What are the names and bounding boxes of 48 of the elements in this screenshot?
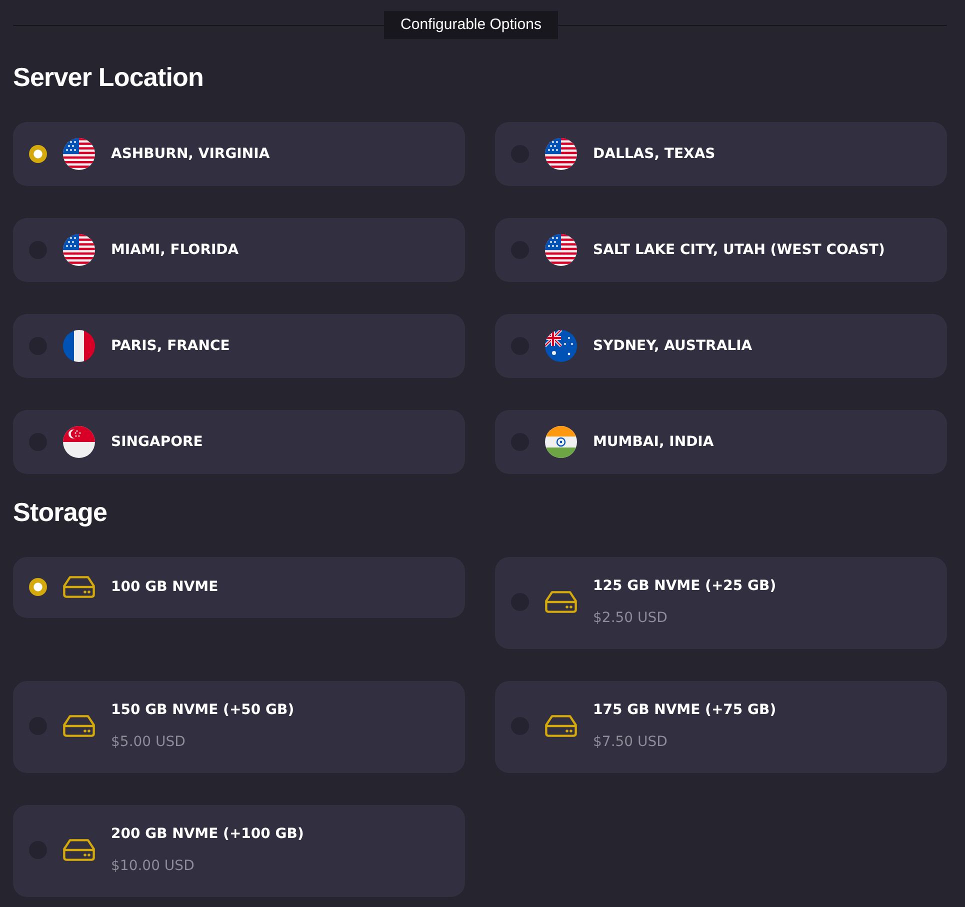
location-option-card[interactable]: DALLAS, TEXAS <box>495 122 947 186</box>
location-option-card[interactable]: MIAMI, FLORIDA <box>13 218 465 282</box>
location-name: ASHBURN, VIRGINIA <box>111 146 270 162</box>
location-name: SALT LAKE CITY, UTAH (WEST COAST) <box>593 242 885 258</box>
storage-option-card[interactable]: 175 GB NVME (+75 GB) $7.50 USD <box>495 681 947 773</box>
price-text: $5.00 USD <box>111 733 186 752</box>
storage-option-card[interactable]: 100 GB NVME <box>13 557 465 618</box>
radio-button[interactable] <box>29 578 47 596</box>
location-name: SINGAPORE <box>111 434 203 450</box>
location-option-card[interactable]: PARIS, FRANCE <box>13 314 465 378</box>
section-heading: Server Location <box>13 61 205 93</box>
storage-option-card[interactable]: 150 GB NVME (+50 GB) $5.00 USD <box>13 681 465 773</box>
storage-size: 150 GB NVME (+50 GB) <box>111 701 294 720</box>
storage-size: 125 GB NVME (+25 GB) <box>593 577 776 596</box>
hard-drive-icon <box>545 591 577 613</box>
france-flag-icon <box>63 330 95 362</box>
location-name: PARIS, FRANCE <box>111 338 230 354</box>
us-flag-icon <box>545 234 577 266</box>
price-text: $7.50 USD <box>593 733 668 752</box>
location-option-card[interactable]: MUMBAI, INDIA <box>495 410 947 474</box>
radio-button[interactable] <box>29 145 47 163</box>
location-option-card[interactable]: ASHBURN, VIRGINIA <box>13 122 465 186</box>
price-text: $2.50 USD <box>593 609 668 628</box>
section-title: Configurable Options <box>384 11 558 39</box>
storage-option-card[interactable]: 125 GB NVME (+25 GB) $2.50 USD <box>495 557 947 649</box>
location-name: MUMBAI, INDIA <box>593 434 714 450</box>
us-flag-icon <box>63 234 95 266</box>
storage-size: 200 GB NVME (+100 GB) <box>111 825 304 844</box>
hard-drive-icon <box>63 715 95 737</box>
location-option-card[interactable]: SINGAPORE <box>13 410 465 474</box>
storage-size: 100 GB NVME <box>111 578 218 596</box>
hard-drive-icon <box>63 839 95 861</box>
location-name: MIAMI, FLORIDA <box>111 242 239 258</box>
storage-size: 175 GB NVME (+75 GB) <box>593 701 776 720</box>
section-heading: Storage <box>13 496 108 528</box>
india-flag-icon <box>545 426 577 458</box>
location-name: SYDNEY, AUSTRALIA <box>593 338 752 354</box>
us-flag-icon <box>545 138 577 170</box>
location-option-card[interactable]: SYDNEY, AUSTRALIA <box>495 314 947 378</box>
hard-drive-icon <box>545 715 577 737</box>
australia-flag-icon <box>545 330 577 362</box>
price-text: $10.00 USD <box>111 857 194 876</box>
us-flag-icon <box>63 138 95 170</box>
hard-drive-icon <box>63 576 95 598</box>
location-option-card[interactable]: SALT LAKE CITY, UTAH (WEST COAST) <box>495 218 947 282</box>
singapore-flag-icon <box>63 426 95 458</box>
storage-option-card[interactable]: 200 GB NVME (+100 GB) $10.00 USD <box>13 805 465 897</box>
location-name: DALLAS, TEXAS <box>593 146 716 162</box>
